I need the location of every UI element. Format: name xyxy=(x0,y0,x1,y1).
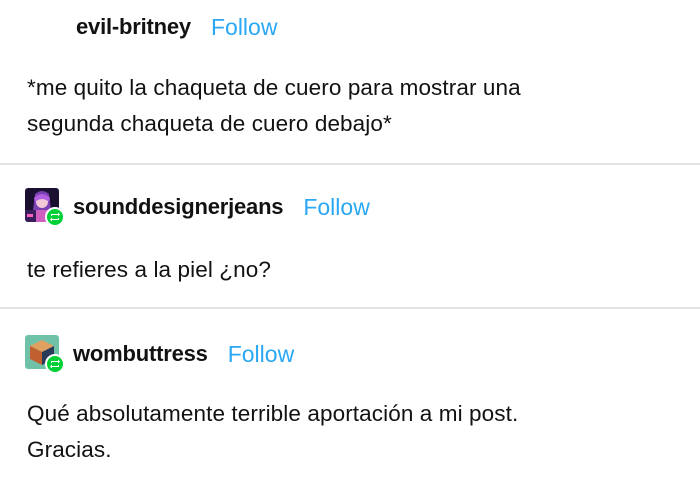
username[interactable]: evil-britney xyxy=(76,14,191,40)
username[interactable]: sounddesignerjeans xyxy=(73,194,284,220)
post-text: Qué absolutamente terrible aportación a … xyxy=(27,396,518,468)
reblog-icon xyxy=(45,354,65,374)
post-header: wombuttress Follow xyxy=(25,335,294,374)
post-text-line: te refieres a la piel ¿no? xyxy=(27,257,271,282)
avatar[interactable] xyxy=(25,188,65,227)
post-text-line: segunda chaqueta de cuero debajo* xyxy=(27,111,392,136)
username[interactable]: wombuttress xyxy=(73,341,208,367)
post-text: *me quito la chaqueta de cuero para most… xyxy=(27,70,521,142)
post-header: evil-britney Follow xyxy=(76,12,277,42)
post-text-line: *me quito la chaqueta de cuero para most… xyxy=(27,75,521,100)
avatar[interactable] xyxy=(25,335,65,374)
post-text-line: Qué absolutamente terrible aportación a … xyxy=(27,401,519,426)
post-header: sounddesignerjeans Follow xyxy=(25,188,370,227)
follow-button[interactable]: Follow xyxy=(228,341,294,368)
follow-button[interactable]: Follow xyxy=(211,14,277,41)
post-text: te refieres a la piel ¿no? xyxy=(27,252,271,288)
post-sounddesignerjeans: sounddesignerjeans Follow te refieres a … xyxy=(0,165,700,307)
follow-button[interactable]: Follow xyxy=(303,194,369,221)
post-text-line: Gracias. xyxy=(27,437,112,462)
post-wombuttress: wombuttress Follow Qué absolutamente ter… xyxy=(0,309,700,481)
post-evil-britney: evil-britney Follow *me quito la chaquet… xyxy=(0,0,700,163)
reblog-icon xyxy=(45,207,65,227)
